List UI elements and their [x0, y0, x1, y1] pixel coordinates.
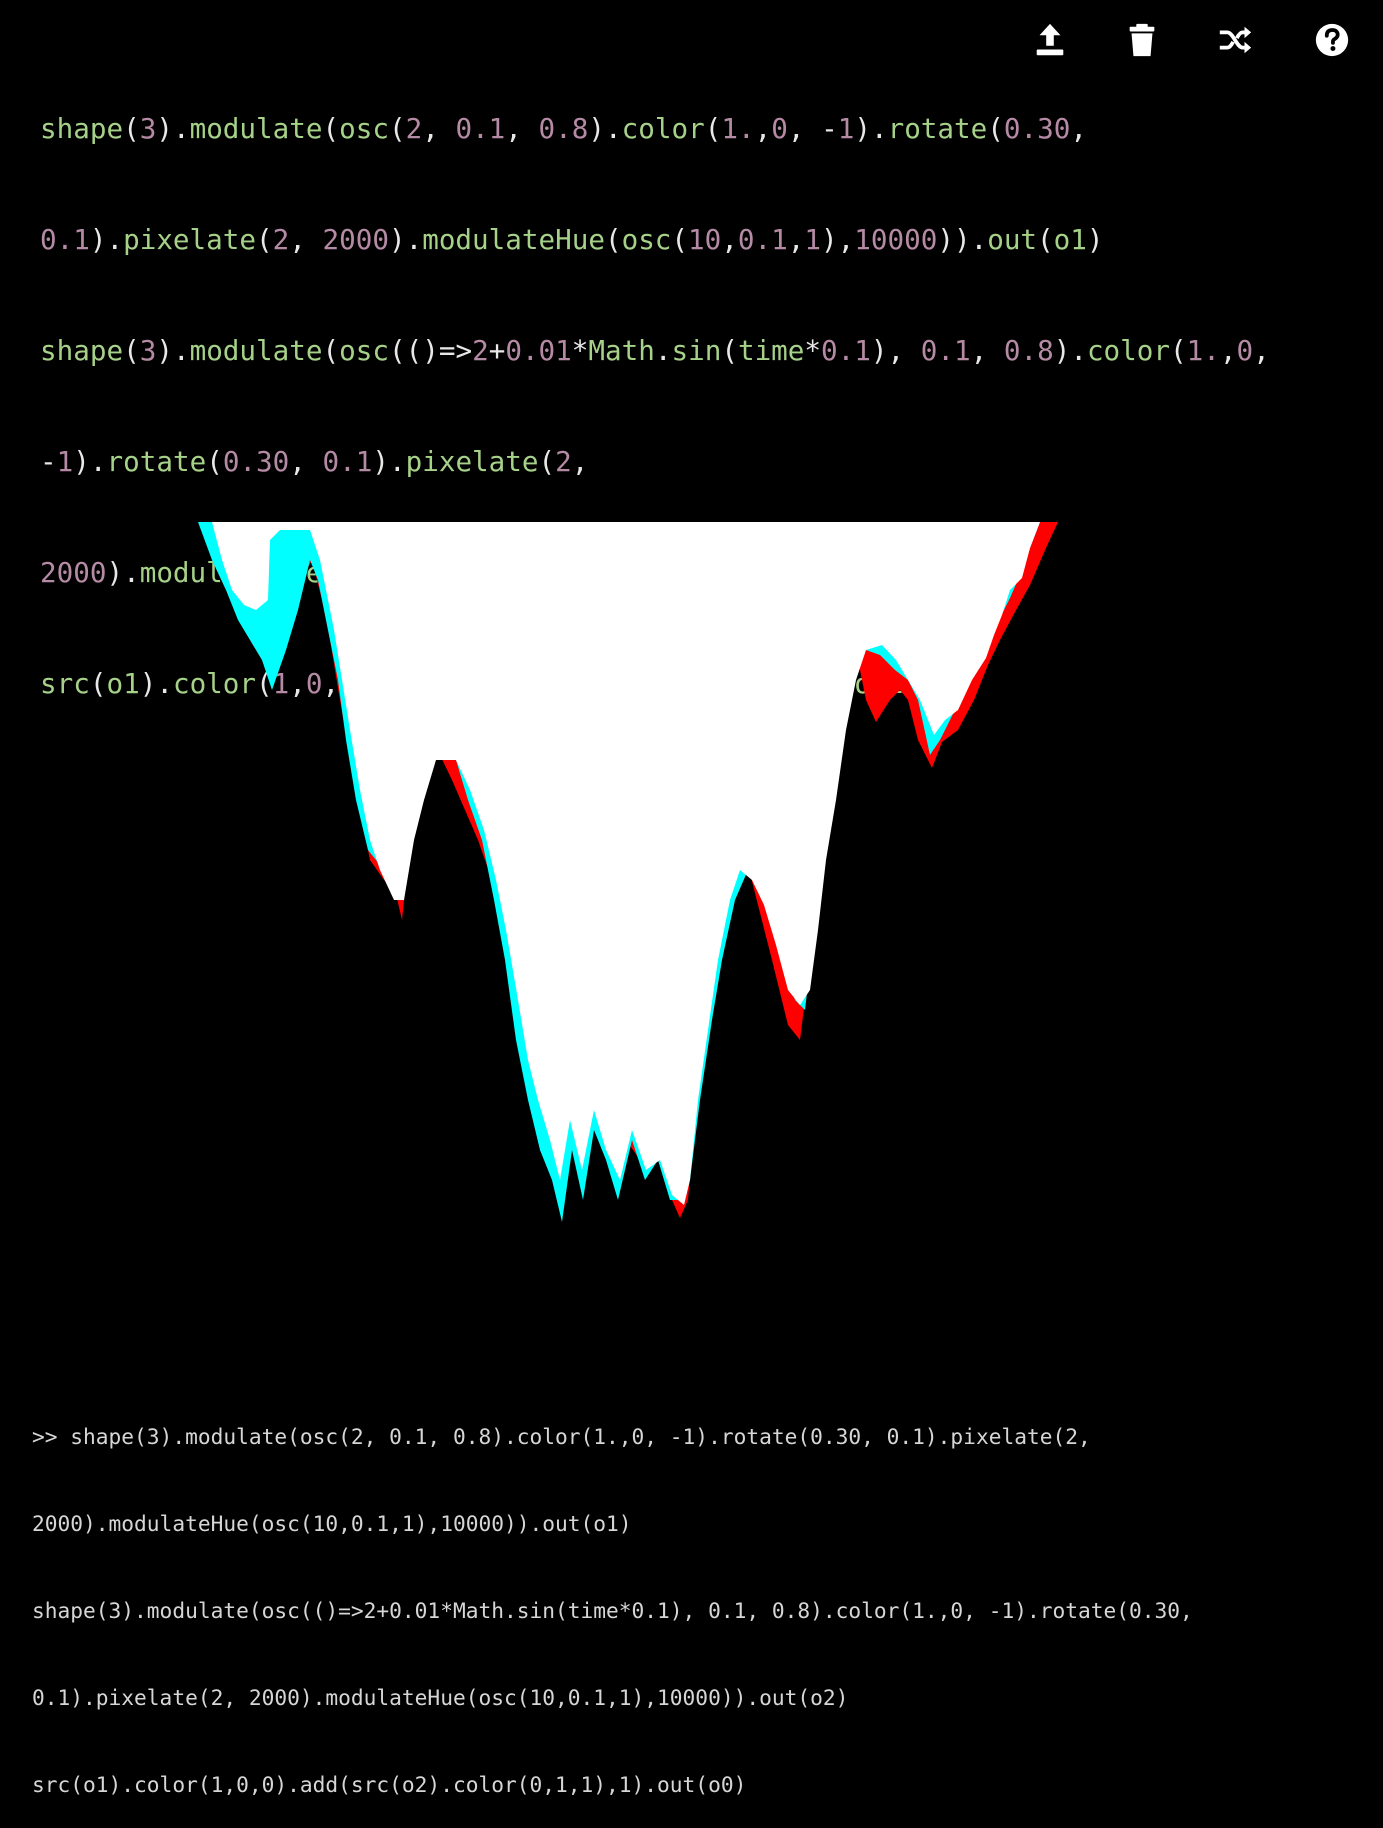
code-line[interactable]: 0.1).pixelate(2, 2000).modulateHue(osc(1…: [40, 221, 1350, 258]
visual-output-canvas: [198, 522, 1058, 1222]
white-overlap-shape: [212, 522, 1040, 1205]
code-line[interactable]: -1).rotate(0.30, 0.1).pixelate(2,: [40, 443, 1350, 480]
console-line: 0.1).pixelate(2, 2000).modulateHue(osc(1…: [32, 1685, 849, 1710]
console-line: shape(3).modulate(osc(()=>2+0.01*Math.si…: [32, 1598, 1193, 1623]
console-line: 2000).modulateHue(osc(10,0.1,1),10000)).…: [32, 1511, 632, 1536]
code-line[interactable]: shape(3).modulate(osc(()=>2+0.01*Math.si…: [40, 332, 1350, 369]
console-line: >> shape(3).modulate(osc(2, 0.1, 0.8).co…: [32, 1424, 1091, 1449]
console-line: src(o1).color(1,0,0).add(src(o2).color(0…: [32, 1772, 747, 1797]
console-output: >> shape(3).modulate(osc(2, 0.1, 0.8).co…: [32, 1364, 1372, 1828]
code-line[interactable]: shape(3).modulate(osc(2, 0.1, 0.8).color…: [40, 110, 1350, 147]
